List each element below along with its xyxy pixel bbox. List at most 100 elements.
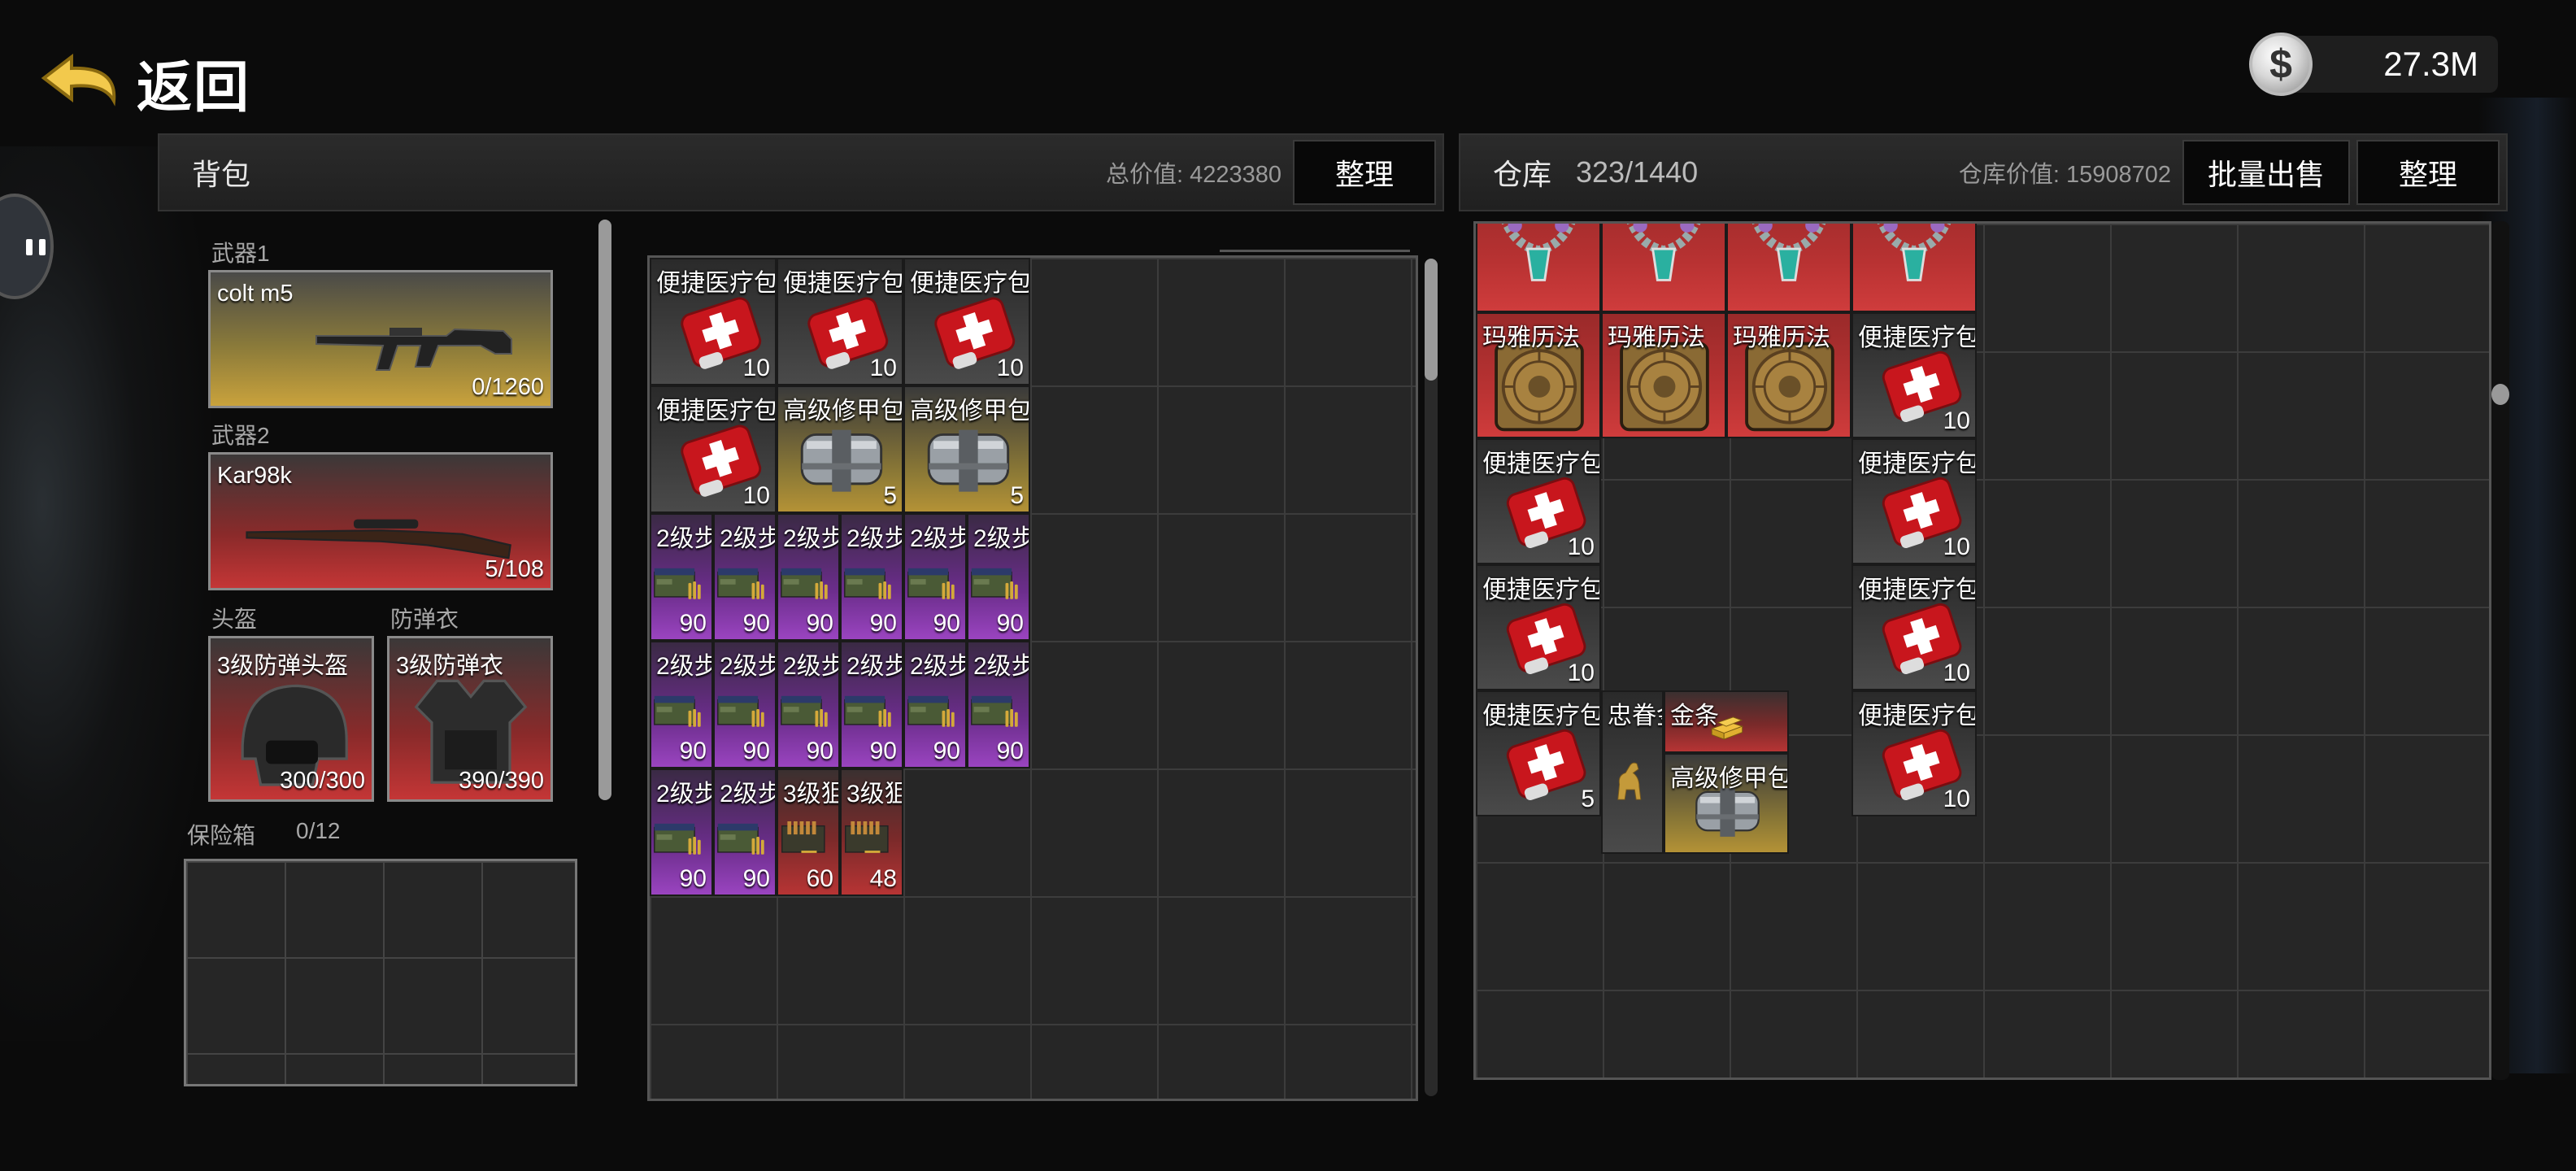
- backpack-item[interactable]: 2级步枪弹 90: [903, 513, 967, 641]
- item-count: 10: [1943, 659, 1970, 686]
- currency-display: $ 27.3M: [2249, 33, 2498, 96]
- item-count: 90: [742, 865, 770, 892]
- armor-label: 防弹衣: [390, 607, 459, 632]
- warehouse-sort-button[interactable]: 整理: [2356, 140, 2500, 205]
- item-count: 10: [1567, 659, 1595, 686]
- warehouse-item[interactable]: [1852, 224, 1977, 312]
- helmet-slot[interactable]: 3级防弹头盔 300/300: [208, 636, 374, 802]
- warehouse-item[interactable]: 玛雅历法: [1476, 311, 1601, 438]
- backpack-item[interactable]: 3级狙击弹 60: [777, 768, 840, 896]
- item-count: 90: [742, 738, 770, 764]
- armor-slot[interactable]: 3级防弹衣 390/390: [387, 636, 553, 802]
- bulk-sell-button[interactable]: 批量出售: [2182, 140, 2350, 205]
- warehouse-scrollbar[interactable]: [2491, 221, 2509, 1080]
- item-count: 10: [996, 355, 1024, 381]
- warehouse-item[interactable]: 便捷医疗包 5: [1476, 690, 1601, 816]
- backpack-item[interactable]: 2级步枪弹 90: [650, 641, 713, 768]
- item-count: 90: [679, 610, 707, 637]
- backpack-item[interactable]: 2级步枪弹 90: [650, 513, 713, 641]
- backpack-item[interactable]: 2级步枪弹 90: [777, 513, 840, 641]
- backpack-item[interactable]: 2级步枪弹 90: [713, 513, 777, 641]
- warehouse-item[interactable]: 便捷医疗包 10: [1852, 564, 1977, 690]
- necklace-icon: [1502, 224, 1575, 281]
- necklace-icon: [1752, 224, 1825, 281]
- armor-name: 3级防弹衣: [396, 653, 504, 679]
- warehouse-item[interactable]: 便捷医疗包 10: [1852, 311, 1977, 438]
- safe-count: 0/12: [296, 818, 341, 843]
- warehouse-grid[interactable]: 玛雅历法 玛雅历法 玛雅历法 便捷医疗包 10 便捷医疗包 10 便捷医疗包 10 便捷医疗包 10…: [1473, 221, 2491, 1080]
- equipment-scrollbar[interactable]: [598, 220, 611, 800]
- item-count: 60: [806, 865, 833, 892]
- item-name: 2级步枪弹: [656, 653, 711, 680]
- necklace-icon: [1627, 224, 1700, 281]
- weapon2-label: 武器2: [211, 423, 270, 448]
- backpack-item[interactable]: 高级修甲包 5: [777, 385, 903, 513]
- item-name: 高级修甲包: [1670, 765, 1789, 792]
- backpack-item[interactable]: 2级步枪弹 90: [840, 641, 903, 768]
- item-name: 便捷医疗包: [1482, 576, 1601, 603]
- backpack-item[interactable]: 便捷医疗包 10: [903, 258, 1030, 385]
- warehouse-item[interactable]: [1476, 224, 1601, 312]
- item-count: 5: [1581, 785, 1595, 812]
- warehouse-item[interactable]: [1726, 224, 1852, 312]
- item-name: 2级步枪弹: [720, 781, 775, 808]
- item-name: 便捷医疗包: [1482, 702, 1601, 729]
- warehouse-item[interactable]: 玛雅历法: [1601, 311, 1726, 438]
- backpack-sort-button[interactable]: 整理: [1293, 140, 1436, 205]
- backpack-item[interactable]: 2级步枪弹 90: [840, 513, 903, 641]
- backpack-item[interactable]: 2级步枪弹 90: [713, 768, 777, 896]
- warehouse-header: 仓库 323/1440 仓库价值: 15908702 批量出售 整理: [1459, 133, 2508, 211]
- weapon1-label: 武器1: [211, 241, 270, 266]
- helmet-name: 3级防弹头盔: [217, 653, 349, 679]
- backpack-scrollbar[interactable]: [1425, 259, 1438, 1096]
- backpack-item[interactable]: 便捷医疗包 10: [650, 258, 777, 385]
- backpack-item[interactable]: 3级狙击弹 48: [840, 768, 903, 896]
- item-name: 2级步枪弹: [720, 653, 775, 680]
- item-name: 2级步枪弹: [720, 525, 775, 552]
- warehouse-item[interactable]: 便捷医疗包 10: [1852, 437, 1977, 564]
- item-count: 90: [806, 610, 833, 637]
- backpack-item[interactable]: 2级步枪弹 90: [650, 768, 713, 896]
- backpack-item[interactable]: 便捷医疗包 10: [777, 258, 903, 385]
- warehouse-item[interactable]: 便捷医疗包 10: [1476, 437, 1601, 564]
- item-count: 90: [742, 610, 770, 637]
- warehouse-item[interactable]: 便捷医疗包 10: [1476, 564, 1601, 690]
- safe-grid[interactable]: [184, 859, 577, 1086]
- item-name: 2级步枪弹: [783, 653, 838, 680]
- armor-durability: 390/390: [459, 768, 544, 794]
- weapon2-slot[interactable]: Kar98k 5/108: [208, 452, 553, 590]
- backpack-item[interactable]: 高级修甲包 5: [903, 385, 1030, 513]
- back-arrow-icon: [41, 53, 116, 107]
- weapon1-name: colt m5: [217, 281, 294, 307]
- item-name: 便捷医疗包: [656, 398, 777, 424]
- item-count: 5: [1010, 482, 1024, 509]
- helmet-durability: 300/300: [280, 768, 365, 794]
- item-name: 便捷医疗包: [656, 270, 777, 297]
- back-label: 返回: [137, 57, 251, 119]
- item-count: 10: [1567, 533, 1595, 560]
- item-name: 2级步枪弹: [656, 781, 711, 808]
- backpack-grid[interactable]: 便捷医疗包 10 便捷医疗包 10 便捷医疗包 10 便捷医疗包 10 高级修甲包 5 高级修甲包 5…: [647, 255, 1418, 1101]
- warehouse-item[interactable]: 金条: [1664, 690, 1789, 753]
- warehouse-item[interactable]: 便捷医疗包 10: [1852, 690, 1977, 816]
- warehouse-item[interactable]: [1601, 224, 1726, 312]
- backpack-item[interactable]: 2级步枪弹 90: [903, 641, 967, 768]
- item-name: 2级步枪弹: [910, 525, 965, 552]
- backpack-header: 背包 总价值: 4223380 整理: [158, 133, 1444, 211]
- backpack-item[interactable]: 2级步枪弹 90: [713, 641, 777, 768]
- warehouse-title: 仓库: [1493, 158, 1552, 191]
- backpack-item[interactable]: 2级步枪弹 90: [777, 641, 840, 768]
- item-count: 90: [933, 738, 960, 764]
- item-count: 10: [742, 482, 770, 509]
- item-count: 10: [1943, 785, 1970, 812]
- warehouse-item[interactable]: 忠眷金灵: [1601, 690, 1664, 854]
- warehouse-item[interactable]: 玛雅历法: [1726, 311, 1852, 438]
- backpack-item[interactable]: 2级步枪弹 90: [967, 513, 1030, 641]
- weapon1-slot[interactable]: colt m5 0/1260: [208, 270, 553, 408]
- item-name: 便捷医疗包: [1858, 702, 1977, 729]
- warehouse-item[interactable]: 高级修甲包: [1664, 753, 1789, 854]
- backpack-item[interactable]: 便捷医疗包 10: [650, 385, 777, 513]
- backpack-item[interactable]: 2级步枪弹 90: [967, 641, 1030, 768]
- back-button[interactable]: 返回: [39, 42, 250, 123]
- weapon2-ammo: 5/108: [485, 556, 544, 582]
